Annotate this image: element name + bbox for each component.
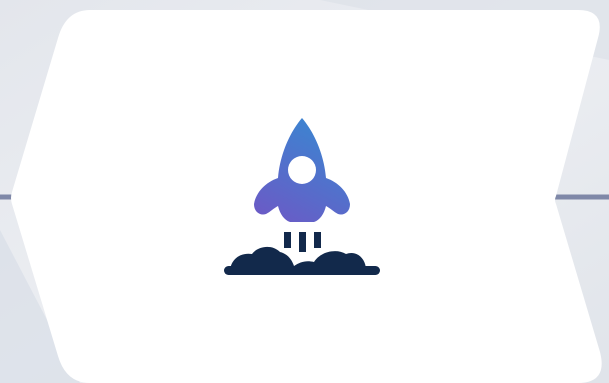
- rocket-window: [288, 156, 316, 184]
- exhaust-icon: [284, 232, 321, 252]
- rocket-body: [254, 118, 350, 222]
- banner-stage: [0, 0, 609, 383]
- rocket-launch-icon: [224, 118, 380, 275]
